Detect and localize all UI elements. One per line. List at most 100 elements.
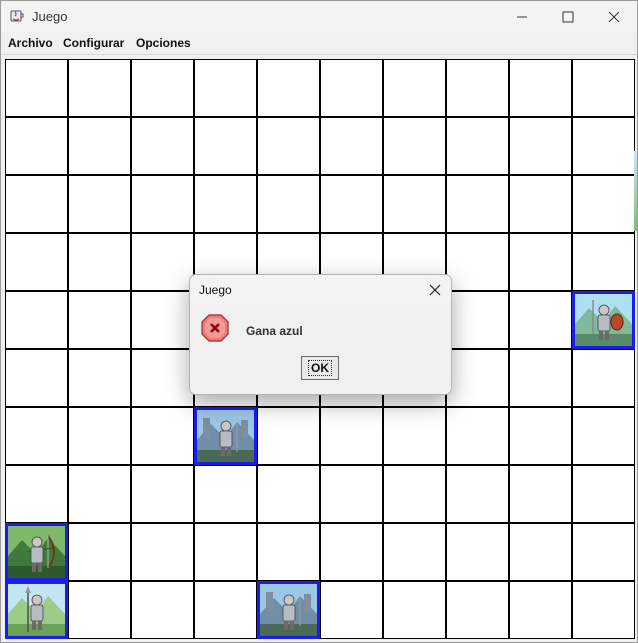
board-cell[interactable]: [257, 117, 320, 175]
board-cell[interactable]: [383, 465, 446, 523]
board-cell[interactable]: [194, 523, 257, 581]
board-cell[interactable]: [509, 291, 572, 349]
board-cell[interactable]: [446, 581, 509, 639]
board-cell[interactable]: [257, 175, 320, 233]
board-cell-piece[interactable]: [572, 291, 635, 349]
minimize-button[interactable]: [499, 1, 545, 32]
board-cell[interactable]: [257, 523, 320, 581]
board-cell[interactable]: [572, 465, 635, 523]
board-cell[interactable]: [572, 233, 635, 291]
board-cell[interactable]: [320, 59, 383, 117]
board-cell[interactable]: [5, 59, 68, 117]
board-cell[interactable]: [383, 523, 446, 581]
board-cell[interactable]: [5, 349, 68, 407]
board-cell[interactable]: [131, 233, 194, 291]
board-cell[interactable]: [257, 407, 320, 465]
menu-configurar[interactable]: Configurar: [63, 36, 124, 50]
board-cell[interactable]: [446, 233, 509, 291]
board-cell[interactable]: [572, 117, 635, 175]
board-cell-piece[interactable]: [5, 523, 68, 581]
board-cell[interactable]: [194, 581, 257, 639]
board-cell[interactable]: [509, 523, 572, 581]
board-cell-piece[interactable]: [5, 581, 68, 639]
board-cell[interactable]: [320, 175, 383, 233]
board-cell[interactable]: [68, 117, 131, 175]
board-cell[interactable]: [509, 117, 572, 175]
board-cell[interactable]: [194, 117, 257, 175]
board-cell[interactable]: [5, 233, 68, 291]
ok-button[interactable]: OK: [301, 356, 339, 380]
board-cell[interactable]: [509, 407, 572, 465]
board-cell[interactable]: [68, 581, 131, 639]
board-cell[interactable]: [446, 175, 509, 233]
board-cell[interactable]: [509, 233, 572, 291]
board-cell[interactable]: [446, 117, 509, 175]
board-cell[interactable]: [68, 349, 131, 407]
board-cell[interactable]: [131, 407, 194, 465]
board-cell[interactable]: [320, 523, 383, 581]
board-cell[interactable]: [131, 291, 194, 349]
board-cell[interactable]: [131, 581, 194, 639]
board-cell[interactable]: [131, 117, 194, 175]
board-cell[interactable]: [68, 175, 131, 233]
board-cell[interactable]: [68, 523, 131, 581]
board-cell[interactable]: [509, 581, 572, 639]
board-cell[interactable]: [572, 349, 635, 407]
board-cell[interactable]: [446, 407, 509, 465]
board-cell[interactable]: [509, 465, 572, 523]
board-cell[interactable]: [320, 117, 383, 175]
board-cell[interactable]: [68, 291, 131, 349]
board-cell[interactable]: [509, 175, 572, 233]
dialog-close-icon[interactable]: [425, 280, 445, 300]
board-cell[interactable]: [131, 175, 194, 233]
board-cell-piece[interactable]: [194, 407, 257, 465]
board-cell[interactable]: [68, 233, 131, 291]
board-cell[interactable]: [572, 581, 635, 639]
board-cell[interactable]: [446, 59, 509, 117]
board-cell[interactable]: [572, 175, 635, 233]
board-cell[interactable]: [446, 523, 509, 581]
board-cell[interactable]: [194, 59, 257, 117]
title-bar[interactable]: Juego: [1, 1, 637, 32]
board-cell[interactable]: [383, 581, 446, 639]
board-cell-piece[interactable]: [257, 581, 320, 639]
menu-archivo[interactable]: Archivo: [8, 36, 53, 50]
board-cell[interactable]: [131, 349, 194, 407]
board-cell[interactable]: [257, 59, 320, 117]
board-cell[interactable]: [68, 465, 131, 523]
board-cell[interactable]: [383, 407, 446, 465]
board-cell[interactable]: [320, 407, 383, 465]
maximize-button[interactable]: [545, 1, 591, 32]
board-cell[interactable]: [5, 117, 68, 175]
dialog-title: Juego: [199, 283, 232, 297]
board-cell[interactable]: [383, 59, 446, 117]
board-cell[interactable]: [509, 59, 572, 117]
piece-lancer-icon: [8, 584, 65, 636]
board-cell[interactable]: [68, 407, 131, 465]
board-cell[interactable]: [5, 291, 68, 349]
menu-opciones[interactable]: Opciones: [136, 36, 191, 50]
board-cell[interactable]: [320, 581, 383, 639]
board-cell[interactable]: [131, 59, 194, 117]
board-cell[interactable]: [509, 349, 572, 407]
board-cell[interactable]: [446, 465, 509, 523]
board-cell[interactable]: [5, 407, 68, 465]
board-cell[interactable]: [131, 465, 194, 523]
close-window-button[interactable]: [591, 1, 637, 32]
board-cell[interactable]: [194, 175, 257, 233]
board-cell[interactable]: [68, 59, 131, 117]
board-cell[interactable]: [383, 117, 446, 175]
board-cell[interactable]: [572, 407, 635, 465]
board-cell[interactable]: [131, 523, 194, 581]
board-cell[interactable]: [194, 465, 257, 523]
board-cell[interactable]: [320, 465, 383, 523]
board-cell[interactable]: [572, 59, 635, 117]
board-cell[interactable]: [5, 465, 68, 523]
dialog-title-bar[interactable]: Juego: [190, 275, 451, 305]
board-cell[interactable]: [572, 523, 635, 581]
board-cell[interactable]: [257, 465, 320, 523]
board-cell[interactable]: [446, 291, 509, 349]
board-cell[interactable]: [5, 175, 68, 233]
board-cell[interactable]: [383, 175, 446, 233]
board-cell[interactable]: [446, 349, 509, 407]
